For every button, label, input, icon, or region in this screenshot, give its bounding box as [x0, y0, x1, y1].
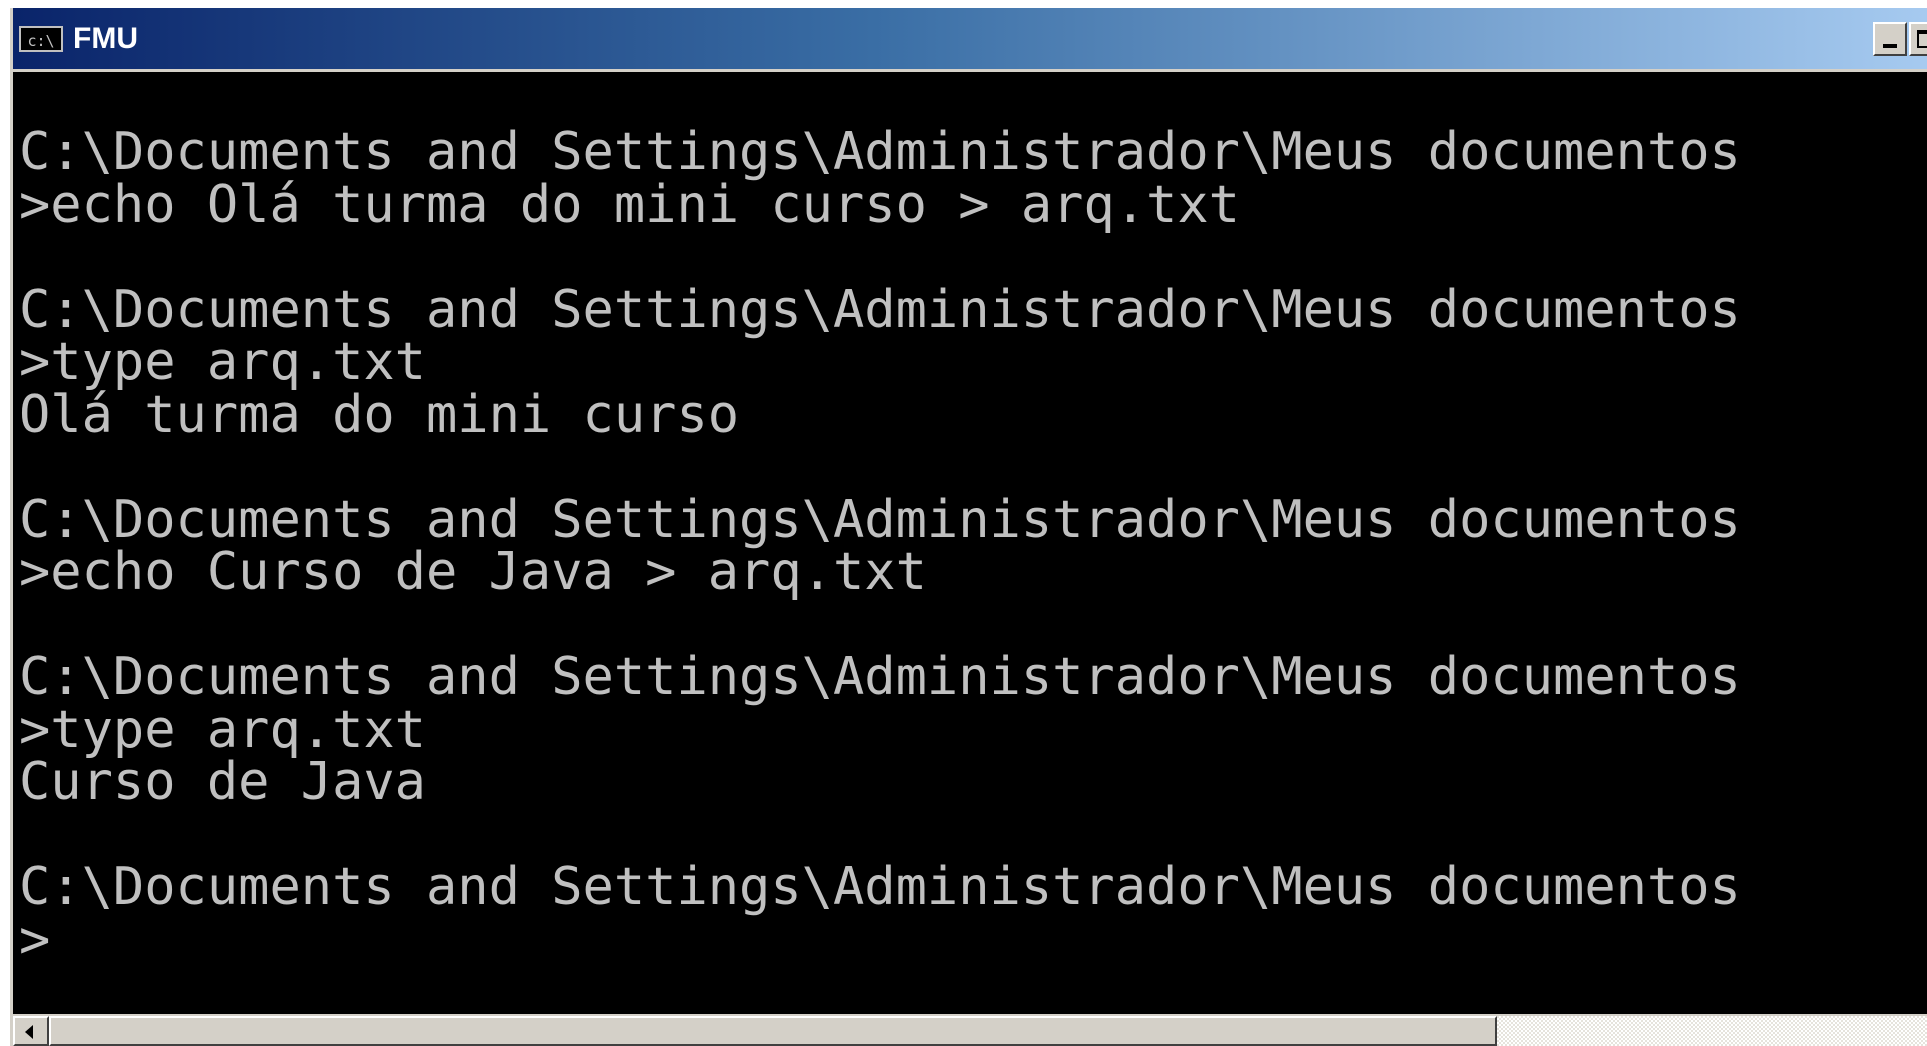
maximize-button[interactable]: [1909, 22, 1927, 56]
console-line: >type arq.txt: [19, 332, 426, 392]
arrow-left-icon: [25, 1025, 33, 1039]
title-bar[interactable]: c:\ FMU: [13, 8, 1927, 72]
window-title: FMU: [73, 22, 138, 55]
console-line: C:\Documents and Settings\Administrador\…: [19, 122, 1741, 182]
console-line: >echo Olá turma do mini curso > arq.txt: [19, 174, 1240, 235]
console-line: Curso de Java: [19, 752, 426, 812]
console-window: c:\ FMU C:\Documents and Settings\Admini…: [10, 8, 1927, 1046]
console-prompt[interactable]: >: [19, 913, 1927, 967]
console-line: C:\Documents and Settings\Administrador\…: [19, 489, 1741, 550]
console-line: C:\Documents and Settings\Administrador\…: [19, 279, 1741, 340]
console-line: >type arq.txt: [19, 699, 426, 760]
minimize-icon: [1883, 44, 1897, 48]
console-line: Olá turma do mini curso: [19, 384, 740, 445]
console-line: C:\Documents and Settings\Administrador\…: [19, 647, 1741, 707]
minimize-button[interactable]: [1873, 22, 1907, 56]
console-line: >echo Curso de Java > arq.txt: [19, 542, 927, 602]
scrollbar-thumb[interactable]: [49, 1016, 1497, 1046]
console-line: C:\Documents and Settings\Administrador\…: [19, 857, 1741, 917]
console-icon[interactable]: c:\: [19, 26, 63, 52]
maximize-icon: [1917, 30, 1927, 48]
console-output[interactable]: C:\Documents and Settings\Administrador\…: [13, 72, 1927, 1018]
scrollbar-track[interactable]: [1497, 1016, 1927, 1046]
scroll-left-button[interactable]: [13, 1016, 49, 1046]
horizontal-scrollbar[interactable]: [13, 1014, 1927, 1046]
